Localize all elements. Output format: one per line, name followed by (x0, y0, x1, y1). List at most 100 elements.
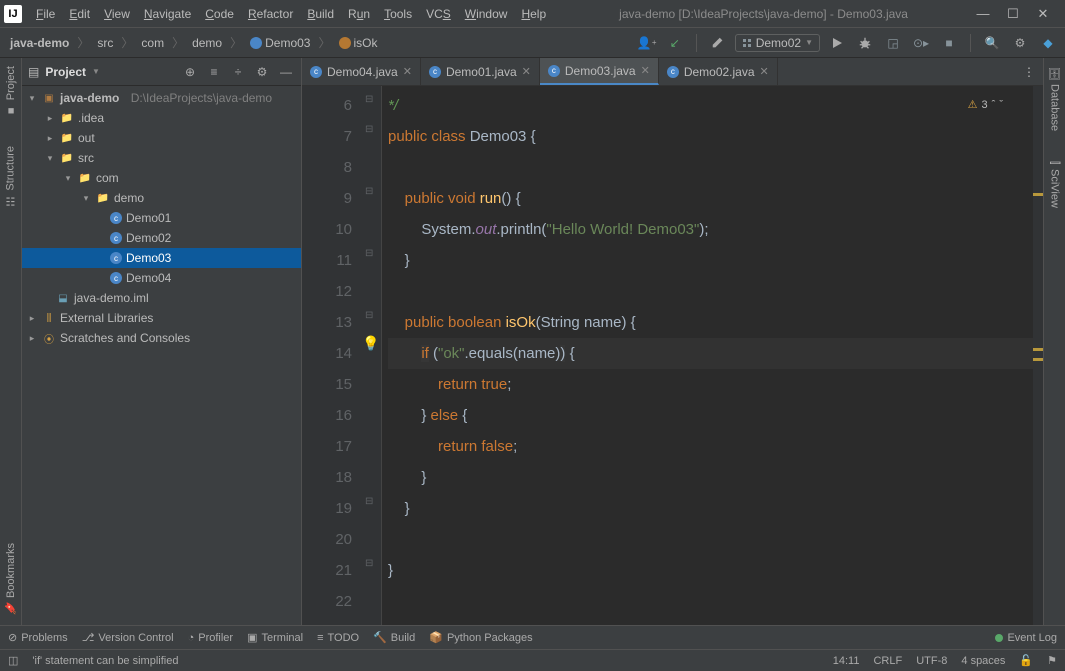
sync-icon[interactable]: ↙ (664, 32, 686, 54)
coverage-button[interactable]: ◲ (882, 32, 904, 54)
add-user-icon[interactable]: 👤+ (636, 32, 658, 54)
tabs-more-icon[interactable]: ⋮ (1015, 58, 1043, 85)
tree-scratches[interactable]: ▸⦿Scratches and Consoles (22, 328, 301, 348)
tree-demo02[interactable]: cDemo02 (22, 228, 301, 248)
crumb-src[interactable]: src (93, 34, 117, 52)
hide-panel-icon[interactable]: — (277, 63, 295, 81)
breadcrumb: java-demo〉 src〉 com〉 demo〉 Demo03〉 isOk (6, 34, 382, 52)
menu-window[interactable]: Window (459, 5, 514, 23)
expand-all-icon[interactable]: ≡ (205, 63, 223, 81)
learn-button[interactable]: ◆ (1037, 32, 1059, 54)
fold-gutter[interactable]: ⊟ ⊟ ⊟ ⊟ ⊟ ⊟ ⊟ 💡 (362, 86, 382, 625)
menu-refactor[interactable]: Refactor (242, 5, 299, 23)
editor[interactable]: 6789 10111213 14151617 18192021 22 ⊟ ⊟ ⊟… (302, 86, 1043, 625)
tree-iml[interactable]: ⬓java-demo.iml (22, 288, 301, 308)
stop-button[interactable]: ■ (938, 32, 960, 54)
collapse-all-icon[interactable]: ÷ (229, 63, 247, 81)
menu-view[interactable]: View (98, 5, 136, 23)
menu-vcs[interactable]: VCS (420, 5, 457, 23)
editor-area: cDemo04.java✕ cDemo01.java✕ cDemo03.java… (302, 58, 1043, 625)
build-button[interactable] (707, 32, 729, 54)
nav-bar: java-demo〉 src〉 com〉 demo〉 Demo03〉 isOk … (0, 28, 1065, 58)
code-content[interactable]: ⚠ 3 ˆ ˇ */ public class Demo03 { public … (382, 86, 1033, 625)
tw-problems[interactable]: ⊘ Problems (8, 631, 68, 644)
project-panel: ▤ Project ▼ ⊕ ≡ ÷ ⚙ — ▾▣java-demo D:\Ide… (22, 58, 302, 625)
sidebar-tab-bookmarks[interactable]: 🔖 Bookmarks (4, 543, 17, 615)
crumb-demo[interactable]: demo (188, 34, 226, 52)
tree-demo01[interactable]: cDemo01 (22, 208, 301, 228)
run-config-selector[interactable]: Demo02 ▼ (735, 34, 820, 52)
tree-idea[interactable]: ▸📁.idea (22, 108, 301, 128)
debug-button[interactable] (854, 32, 876, 54)
run-button[interactable] (826, 32, 848, 54)
tree-out[interactable]: ▸📁out (22, 128, 301, 148)
tree-root[interactable]: ▾▣java-demo D:\IdeaProjects\java-demo (22, 88, 301, 108)
crumb-project[interactable]: java-demo (6, 34, 73, 52)
tree-external-libs[interactable]: ▸⫼External Libraries (22, 308, 301, 328)
tab-demo01[interactable]: cDemo01.java✕ (421, 58, 540, 85)
overview-ruler[interactable] (1033, 86, 1043, 625)
tree-com[interactable]: ▾📁com (22, 168, 301, 188)
close-button[interactable]: ✕ (1035, 6, 1051, 22)
separator (970, 34, 971, 52)
left-tool-strip: ■ Project ☷ Structure 🔖 Bookmarks (0, 58, 22, 625)
close-icon[interactable]: ✕ (522, 65, 531, 78)
editor-tabs: cDemo04.java✕ cDemo01.java✕ cDemo03.java… (302, 58, 1043, 86)
profiler-run-button[interactable]: ⊙▸ (910, 32, 932, 54)
prev-highlight-icon[interactable]: ˆ (992, 90, 996, 121)
panel-title[interactable]: Project (45, 65, 86, 79)
tw-build[interactable]: 🔨 Build (373, 631, 415, 644)
menu-tools[interactable]: Tools (378, 5, 418, 23)
maximize-button[interactable]: ☐ (1005, 6, 1021, 22)
crumb-class[interactable]: Demo03 (246, 34, 314, 52)
tw-todo[interactable]: ≡ TODO (317, 632, 359, 644)
tw-profiler[interactable]: ◔ Profiler (188, 632, 234, 644)
close-icon[interactable]: ✕ (403, 65, 412, 78)
menu-edit[interactable]: Edit (63, 5, 96, 23)
intention-bulb-icon[interactable]: 💡 (362, 335, 379, 352)
close-icon[interactable]: ✕ (760, 65, 769, 78)
select-opened-icon[interactable]: ⊕ (181, 63, 199, 81)
window-title: java-demo [D:\IdeaProjects\java-demo] - … (552, 7, 975, 21)
panel-settings-icon[interactable]: ⚙ (253, 63, 271, 81)
tree-demo03[interactable]: cDemo03 (22, 248, 301, 268)
sidebar-tab-database[interactable]: 🗄 Database (1048, 66, 1061, 131)
tw-eventlog[interactable]: Event Log (995, 632, 1057, 644)
sidebar-tab-sciview[interactable]: ⫿ SciView (1049, 161, 1061, 207)
search-button[interactable]: 🔍 (981, 32, 1003, 54)
inspection-widget[interactable]: ⚠ 3 ˆ ˇ (968, 90, 1003, 121)
menu-run[interactable]: Run (342, 5, 376, 23)
line-numbers: 6789 10111213 14151617 18192021 22 (302, 86, 362, 625)
menu-help[interactable]: Help (515, 5, 552, 23)
menu-navigate[interactable]: Navigate (138, 5, 197, 23)
tree-demo04[interactable]: cDemo04 (22, 268, 301, 288)
tab-demo03[interactable]: cDemo03.java✕ (540, 58, 659, 85)
readonly-lock-icon[interactable]: 🔓 (1019, 654, 1033, 667)
menu-build[interactable]: Build (301, 5, 340, 23)
tw-python[interactable]: 📦 Python Packages (429, 631, 532, 644)
next-highlight-icon[interactable]: ˇ (999, 90, 1003, 121)
menu-code[interactable]: Code (199, 5, 240, 23)
tree-demo[interactable]: ▾📁demo (22, 188, 301, 208)
settings-button[interactable]: ⚙ (1009, 32, 1031, 54)
tab-demo02[interactable]: cDemo02.java✕ (659, 58, 778, 85)
view-dropdown-icon[interactable]: ▼ (92, 67, 100, 76)
minimize-button[interactable]: — (975, 6, 991, 22)
menu-file[interactable]: File (30, 5, 61, 23)
tab-demo04[interactable]: cDemo04.java✕ (302, 58, 421, 85)
status-encoding[interactable]: UTF-8 (916, 655, 947, 667)
close-icon[interactable]: ✕ (641, 64, 650, 77)
sidebar-tab-project[interactable]: ■ Project (5, 66, 17, 116)
status-indent[interactable]: 4 spaces (961, 655, 1005, 667)
tw-terminal[interactable]: ▣ Terminal (247, 631, 303, 644)
status-position[interactable]: 14:11 (833, 655, 860, 667)
toolwindow-toggle-icon[interactable]: ◫ (8, 654, 18, 667)
sidebar-tab-structure[interactable]: ☷ Structure (4, 146, 17, 208)
status-line-ending[interactable]: CRLF (873, 655, 902, 667)
tw-vcs[interactable]: ⎇ Version Control (82, 631, 174, 644)
tree-src[interactable]: ▾📁src (22, 148, 301, 168)
crumb-com[interactable]: com (137, 34, 168, 52)
ide-status-icon[interactable]: ⚑ (1047, 654, 1057, 667)
crumb-method[interactable]: isOk (335, 34, 382, 52)
project-tree[interactable]: ▾▣java-demo D:\IdeaProjects\java-demo ▸📁… (22, 86, 301, 625)
